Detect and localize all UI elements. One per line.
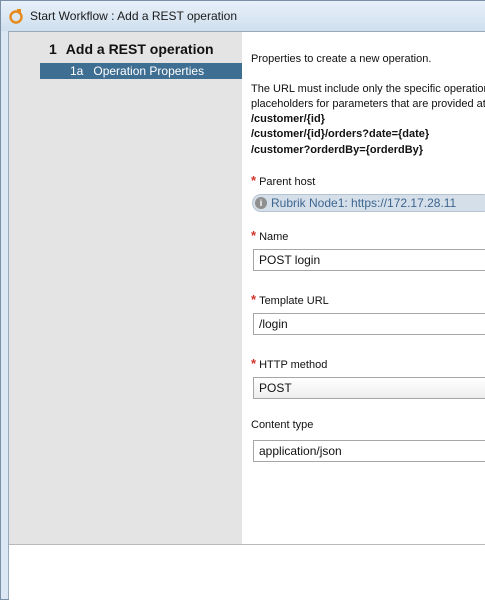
required-marker: * [251,292,257,307]
substep-operation-properties[interactable]: 1a Operation Properties [40,63,242,79]
dialog-body: 1 Add a REST operation 1a Operation Proper… [8,31,485,600]
workflow-window: Start Workflow : Add a REST operation 1A… [0,0,485,600]
required-marker: * [251,173,257,188]
dialog-footer [9,545,485,600]
substep-number: 1a [70,64,84,78]
step-number: 1 [49,41,57,57]
step-heading[interactable]: 1 Add a REST operation [49,41,214,57]
http-method-label: * HTTP method [251,356,328,371]
template-url-input[interactable]: /login [253,313,485,335]
name-label: * Name [251,228,289,243]
window-title: Start Workflow : Add a REST operation [30,9,237,23]
url-note-line-1: The URL must include only the specific o… [251,83,485,95]
name-input[interactable]: POST login [253,249,485,271]
required-marker: * [251,356,257,371]
parent-host-label: * Parent host [251,173,316,188]
form-panel: Properties to create a new operation. Th… [251,32,485,544]
parent-host-value[interactable]: i Rubrik Node1: https://172.17.28.11 [252,194,485,212]
step-label: Add a REST operation [65,41,214,57]
info-icon: i [255,197,267,209]
parent-host-text: Rubrik Node1: https://172.17.28.11 [271,196,457,210]
substep-label: Operation Properties [93,64,205,78]
example-url-3: /customer?orderdBy={orderdBy} [251,144,424,156]
step-navigation: 1 Add a REST operation 1a Operation Proper… [9,32,242,544]
example-url-2: /customer/{id}/orders?date={date} [251,128,430,140]
example-url-1: /customer/{id} [251,113,325,125]
intro-text: Properties to create a new operation. [251,53,432,65]
content-type-input[interactable]: application/json [253,440,485,462]
url-note-line-2: placeholders for parameters that are pro… [251,98,485,110]
required-marker: * [251,228,257,243]
content-type-label: Content type [251,419,314,431]
http-method-select[interactable]: POST [253,377,485,399]
orchestrator-logo-icon [9,9,23,24]
template-url-label: * Template URL [251,292,329,307]
title-bar: Start Workflow : Add a REST operation [1,1,485,31]
